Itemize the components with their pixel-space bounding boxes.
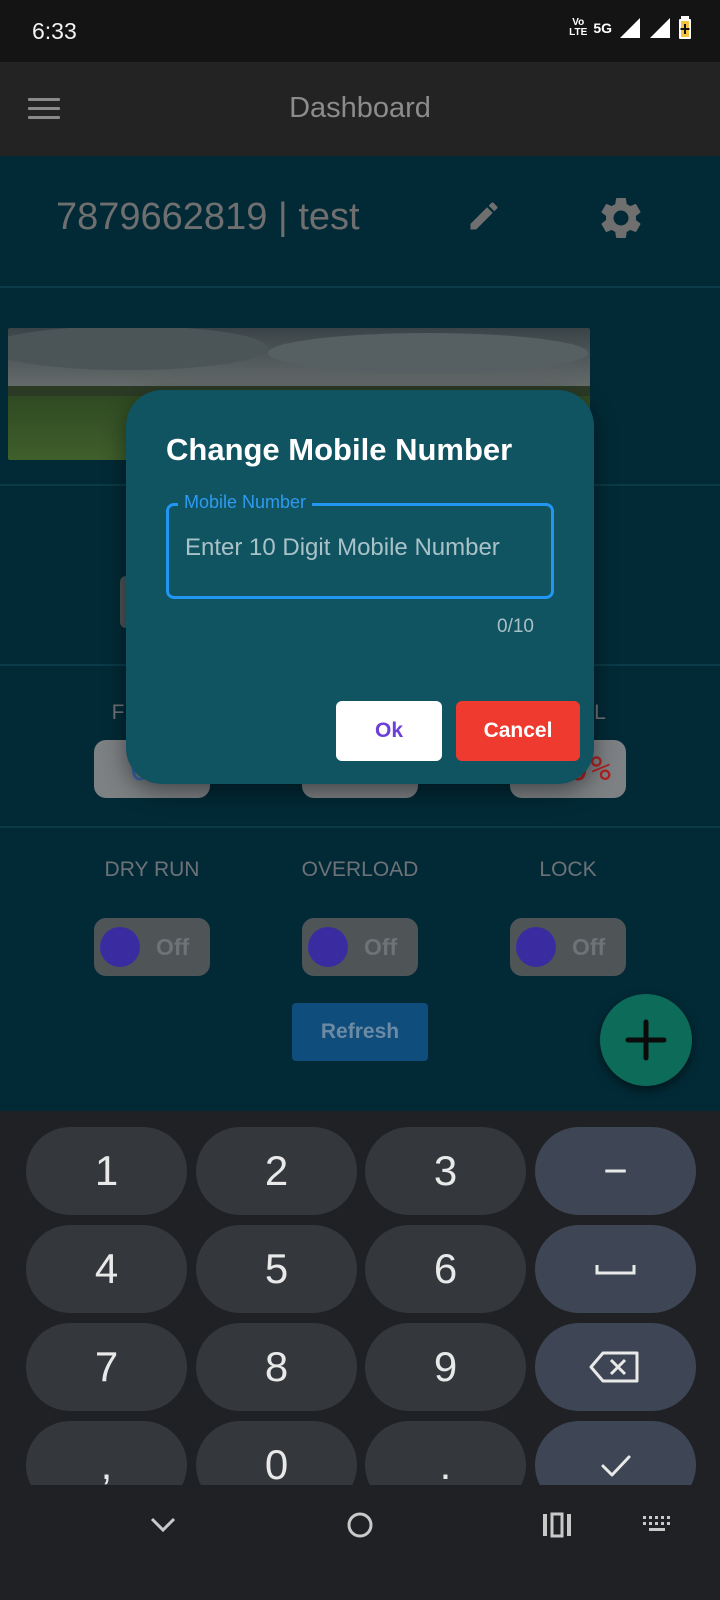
key-space[interactable] (535, 1225, 696, 1313)
toggle-state: Off (572, 934, 606, 960)
numeric-keyboard: 1 2 3 − 4 5 6 7 8 9 , 0 . (0, 1111, 720, 1509)
gear-icon[interactable] (596, 193, 646, 243)
status-bar: 6:33 Vo LTE 5G (0, 0, 720, 62)
refresh-button[interactable]: Refresh (292, 1003, 428, 1061)
lock-toggle[interactable]: Off (510, 918, 626, 976)
dialog-title: Change Mobile Number (166, 432, 513, 467)
keyboard-icon[interactable] (642, 1515, 672, 1535)
mobile-number-field[interactable] (166, 503, 554, 599)
account-header-text: 7879662819 | test (56, 196, 360, 238)
key-1[interactable]: 1 (26, 1127, 187, 1215)
key-5[interactable]: 5 (196, 1225, 357, 1313)
system-nav-bar (0, 1485, 720, 1600)
space-icon (595, 1265, 636, 1275)
backspace-icon (589, 1351, 639, 1383)
key-8[interactable]: 8 (196, 1323, 357, 1411)
divider (0, 286, 720, 288)
overload-toggle[interactable]: Off (302, 918, 418, 976)
toggle-state: Off (156, 934, 190, 960)
dry-run-toggle[interactable]: Off (94, 918, 210, 976)
volte-icon: Vo LTE (569, 17, 588, 38)
toggle-knob (308, 927, 348, 967)
mobile-number-input[interactable] (185, 534, 541, 562)
key-minus[interactable]: − (535, 1127, 696, 1215)
key-9[interactable]: 9 (365, 1323, 526, 1411)
ok-button[interactable]: Ok (336, 701, 442, 761)
key-4[interactable]: 4 (26, 1225, 187, 1313)
battery-icon (679, 16, 691, 39)
status-icons: Vo LTE 5G (569, 16, 692, 40)
toggle-caption-lock: LOCK (539, 858, 597, 881)
add-fab-button[interactable] (600, 994, 692, 1086)
field-label: Mobile Number (178, 492, 313, 513)
toggle-knob (100, 927, 140, 967)
change-mobile-dialog: Change Mobile Number Mobile Number 0/10 … (126, 390, 594, 784)
key-2[interactable]: 2 (196, 1127, 357, 1215)
pencil-icon[interactable] (466, 198, 502, 234)
network-type-label: 5G (593, 20, 612, 36)
toggle-state: Off (364, 934, 398, 960)
plus-icon (625, 1019, 667, 1061)
signal-icon (650, 18, 670, 38)
toggle-caption-dry-run: DRY RUN (104, 858, 200, 881)
app-bar: Dashboard (0, 62, 720, 156)
home-circle-icon[interactable] (346, 1511, 374, 1539)
recents-icon[interactable] (542, 1511, 572, 1539)
chevron-down-icon[interactable] (148, 1513, 178, 1537)
key-6[interactable]: 6 (365, 1225, 526, 1313)
toggle-knob (516, 927, 556, 967)
page-title: Dashboard (289, 92, 431, 124)
signal-icon (620, 18, 640, 38)
key-3[interactable]: 3 (365, 1127, 526, 1215)
toggle-caption-overload: OVERLOAD (301, 858, 419, 881)
status-time: 6:33 (32, 18, 77, 44)
key-backspace[interactable] (535, 1323, 696, 1411)
divider (0, 826, 720, 828)
character-counter: 0/10 (497, 616, 534, 637)
key-7[interactable]: 7 (26, 1323, 187, 1411)
cancel-button[interactable]: Cancel (456, 701, 580, 761)
